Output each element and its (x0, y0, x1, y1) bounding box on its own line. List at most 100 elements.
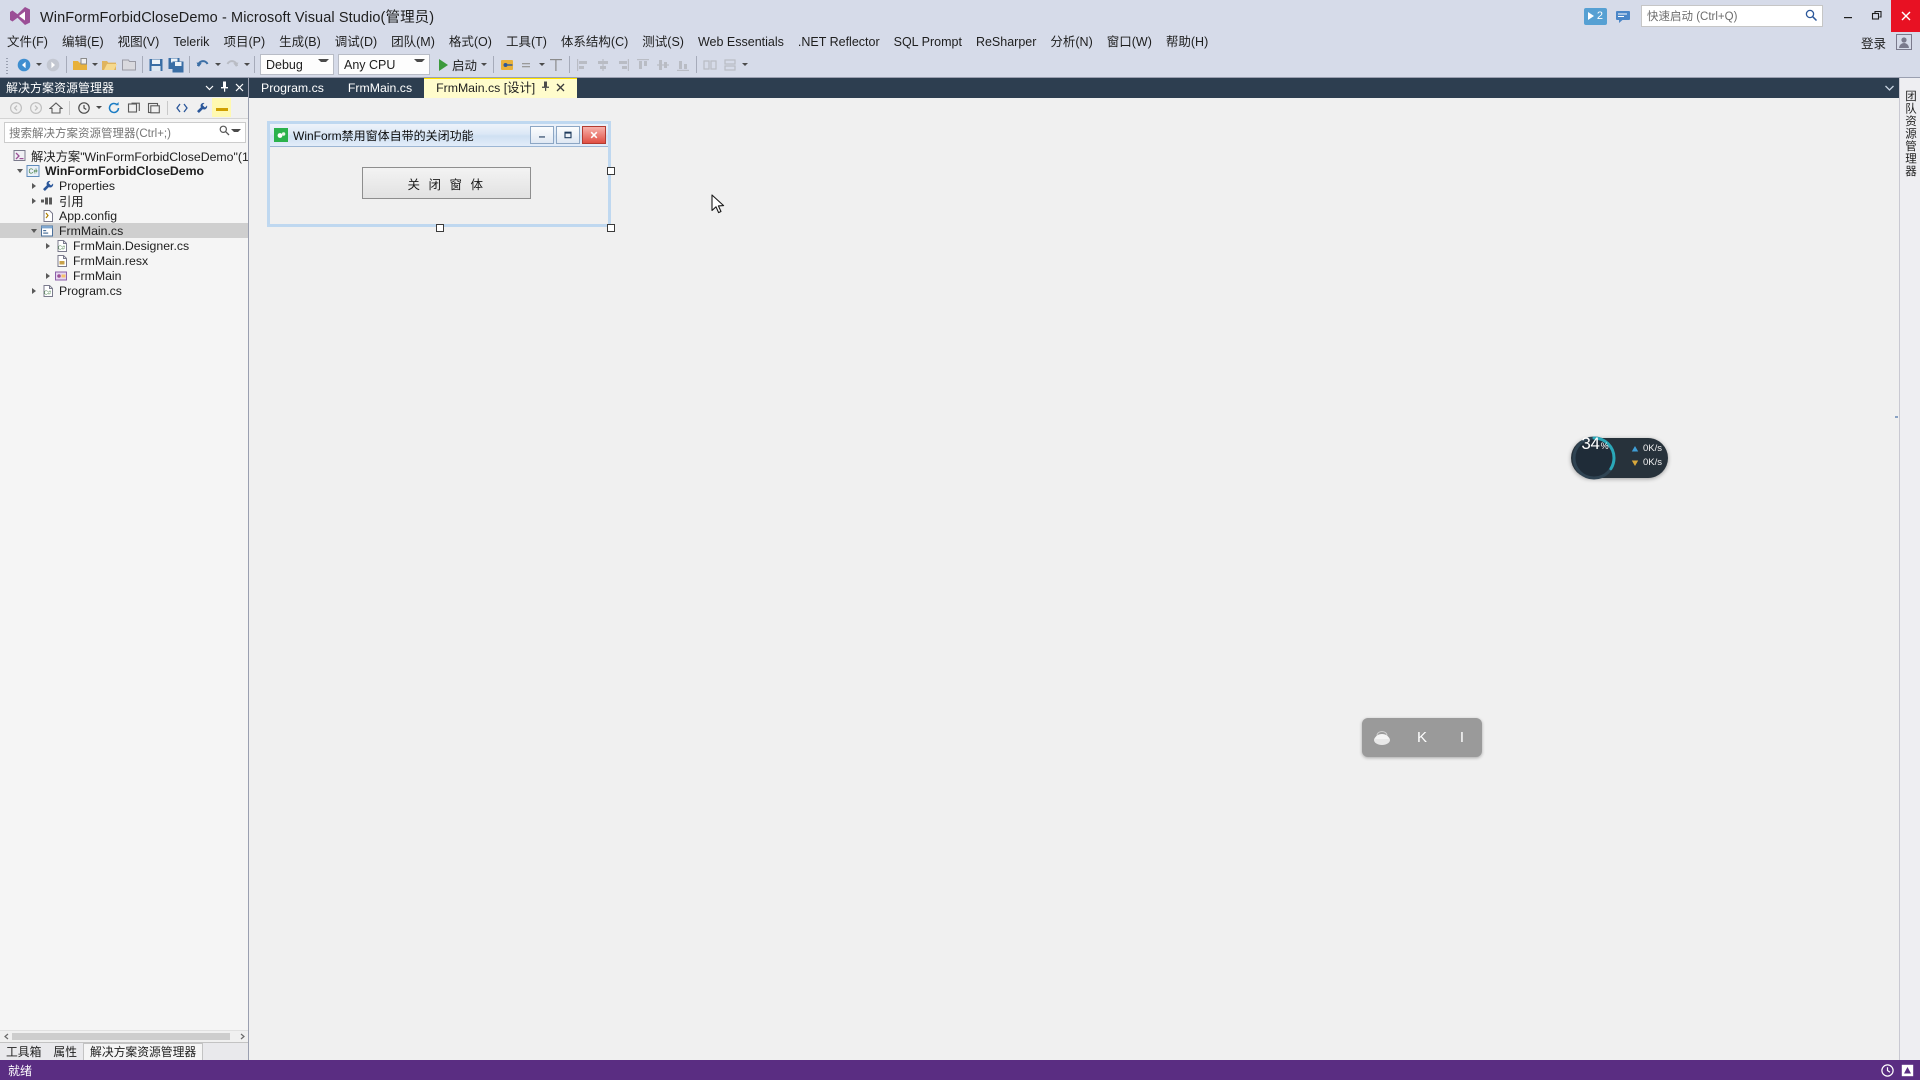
winform-minimize-button[interactable] (530, 126, 554, 144)
start-debug-dropdown-icon[interactable] (481, 63, 488, 66)
restore-button[interactable] (1862, 0, 1891, 32)
tree-node-appconfig[interactable]: App.config (0, 208, 248, 223)
expander-right-icon[interactable] (42, 268, 53, 283)
tree-node-solution[interactable]: 解决方案"WinFormForbidCloseDemo"(1 个项目 (0, 148, 248, 164)
performance-monitor-widget[interactable]: 34 % 0K/s 0K/s (1571, 434, 1668, 480)
tree-node-references[interactable]: 引用 (0, 193, 248, 209)
menu-item-0[interactable]: 文件(F) (0, 32, 55, 52)
scroll-left-icon[interactable] (0, 1031, 12, 1042)
winform-designer-surface[interactable]: WinForm禁用窗体自带的关闭功能 关 闭 窗 体 34 % 0K/s 0K/… (249, 98, 1899, 1060)
navigate-forward-icon[interactable] (43, 54, 63, 75)
rail-item-team-explorer[interactable]: 团队资源管理器 (1902, 90, 1918, 178)
notification-badge[interactable]: 2 (1583, 7, 1607, 25)
tree-node-frmmain-resx[interactable]: FrmMain.resx (0, 253, 248, 268)
collapse-all-icon[interactable] (124, 98, 143, 117)
align-grid-icon[interactable] (546, 54, 566, 75)
source-control-icon[interactable] (1881, 1063, 1894, 1077)
solution-explorer-horizontal-scrollbar[interactable] (0, 1030, 248, 1042)
search-options-chevron-icon[interactable] (231, 129, 241, 132)
refresh-icon[interactable] (104, 98, 123, 117)
winform-preview[interactable]: WinForm禁用窗体自带的关闭功能 关 闭 窗 体 (267, 121, 611, 227)
menu-item-6[interactable]: 调试(D) (328, 32, 384, 52)
tree-node-project[interactable]: C# WinFormForbidCloseDemo (0, 163, 248, 178)
resize-handle-right[interactable] (607, 167, 615, 175)
menu-item-2[interactable]: 视图(V) (111, 32, 167, 52)
preview-selected-items-icon[interactable] (212, 98, 231, 117)
attach-process-icon[interactable] (497, 54, 517, 75)
expander-right-icon[interactable] (42, 238, 53, 253)
menu-item-8[interactable]: 格式(O) (442, 32, 499, 52)
ime-keyboard-mode[interactable]: K (1406, 723, 1438, 753)
notifications-icon[interactable] (1901, 1064, 1914, 1077)
toolbar-grip[interactable] (4, 55, 12, 74)
tree-node-frmmain-designer-cs[interactable]: C# FrmMain.Designer.cs (0, 238, 248, 253)
solution-configuration-combo[interactable]: Debug (260, 54, 334, 76)
view-code-icon[interactable] (172, 98, 191, 117)
expander-right-icon[interactable] (28, 193, 39, 208)
tree-node-program-cs[interactable]: C# Program.cs (0, 283, 248, 298)
tab-list-dropdown-icon[interactable] (1884, 81, 1895, 95)
menu-item-4[interactable]: 项目(P) (216, 32, 272, 52)
solution-explorer-search-input[interactable]: 搜索解决方案资源管理器(Ctrl+;) (4, 122, 246, 143)
expander-down-icon[interactable] (28, 223, 39, 238)
menu-item-15[interactable]: ReSharper (969, 32, 1043, 52)
ime-language-bar[interactable]: K I (1362, 718, 1482, 757)
menu-item-13[interactable]: .NET Reflector (791, 32, 887, 52)
toolbar-overflow-icon[interactable] (740, 54, 749, 75)
show-all-files-icon[interactable] (144, 98, 163, 117)
redo-icon[interactable] (222, 54, 242, 75)
menu-item-14[interactable]: SQL Prompt (887, 32, 969, 52)
close-form-button[interactable]: 关 闭 窗 体 (362, 167, 531, 199)
document-tab-program-cs[interactable]: Program.cs (249, 79, 336, 98)
pending-changes-dropdown[interactable] (94, 97, 103, 118)
winform-maximize-button[interactable] (556, 126, 580, 144)
menu-item-12[interactable]: Web Essentials (691, 32, 791, 52)
winform-close-button[interactable] (582, 126, 606, 144)
send-feedback-icon[interactable] (1613, 7, 1633, 25)
close-button[interactable] (1891, 0, 1920, 32)
menu-item-5[interactable]: 生成(B) (272, 32, 328, 52)
menu-item-1[interactable]: 编辑(E) (55, 32, 111, 52)
menu-item-17[interactable]: 窗口(W) (1100, 32, 1159, 52)
panel-tab-toolbox[interactable]: 工具箱 (0, 1044, 47, 1060)
pending-changes-icon[interactable] (74, 98, 93, 117)
close-icon[interactable] (556, 79, 565, 98)
resize-handle-bottom[interactable] (436, 224, 444, 232)
menu-item-16[interactable]: 分析(N) (1043, 32, 1099, 52)
document-tab-frmmain-designer[interactable]: FrmMain.cs [设计] (424, 78, 578, 98)
ime-input-mode[interactable]: I (1446, 723, 1478, 753)
ime-logo-icon[interactable] (1366, 723, 1398, 753)
make-same-width-icon[interactable] (700, 54, 720, 75)
redo-dropdown[interactable] (242, 54, 251, 75)
open-file-icon[interactable] (99, 54, 119, 75)
menu-item-9[interactable]: 工具(T) (499, 32, 554, 52)
navigate-back-dropdown[interactable] (34, 54, 43, 75)
make-same-height-icon[interactable] (720, 54, 740, 75)
menu-item-10[interactable]: 体系结构(C) (554, 32, 635, 52)
menu-item-18[interactable]: 帮助(H) (1159, 32, 1215, 52)
menu-item-7[interactable]: 团队(M) (384, 32, 442, 52)
menu-item-3[interactable]: Telerik (166, 32, 216, 52)
align-bottoms-icon[interactable] (673, 54, 693, 75)
forward-icon[interactable] (26, 98, 45, 117)
expander-right-icon[interactable] (28, 178, 39, 193)
panel-pin-icon[interactable] (220, 81, 229, 95)
scroll-right-icon[interactable] (236, 1031, 248, 1042)
resize-handle-bottom-right[interactable] (607, 224, 615, 232)
open-folder-icon[interactable] (119, 54, 139, 75)
navigate-back-icon[interactable] (14, 54, 34, 75)
pin-icon[interactable] (541, 79, 550, 98)
align-rights-icon[interactable] (613, 54, 633, 75)
align-lefts-icon[interactable] (573, 54, 593, 75)
back-icon[interactable] (6, 98, 25, 117)
sign-in-link[interactable]: 登录 (1861, 33, 1896, 52)
align-centers-icon[interactable] (593, 54, 613, 75)
start-debug-button[interactable]: 启动 (432, 54, 490, 75)
winform-client-area[interactable]: 关 闭 窗 体 (270, 147, 608, 224)
form-designer-selection[interactable]: WinForm禁用窗体自带的关闭功能 关 闭 窗 体 (264, 118, 615, 232)
align-tops-icon[interactable] (633, 54, 653, 75)
tree-node-properties[interactable]: Properties (0, 178, 248, 193)
expander-right-icon[interactable] (28, 283, 39, 298)
new-project-dropdown[interactable] (90, 54, 99, 75)
save-icon[interactable] (146, 54, 166, 75)
